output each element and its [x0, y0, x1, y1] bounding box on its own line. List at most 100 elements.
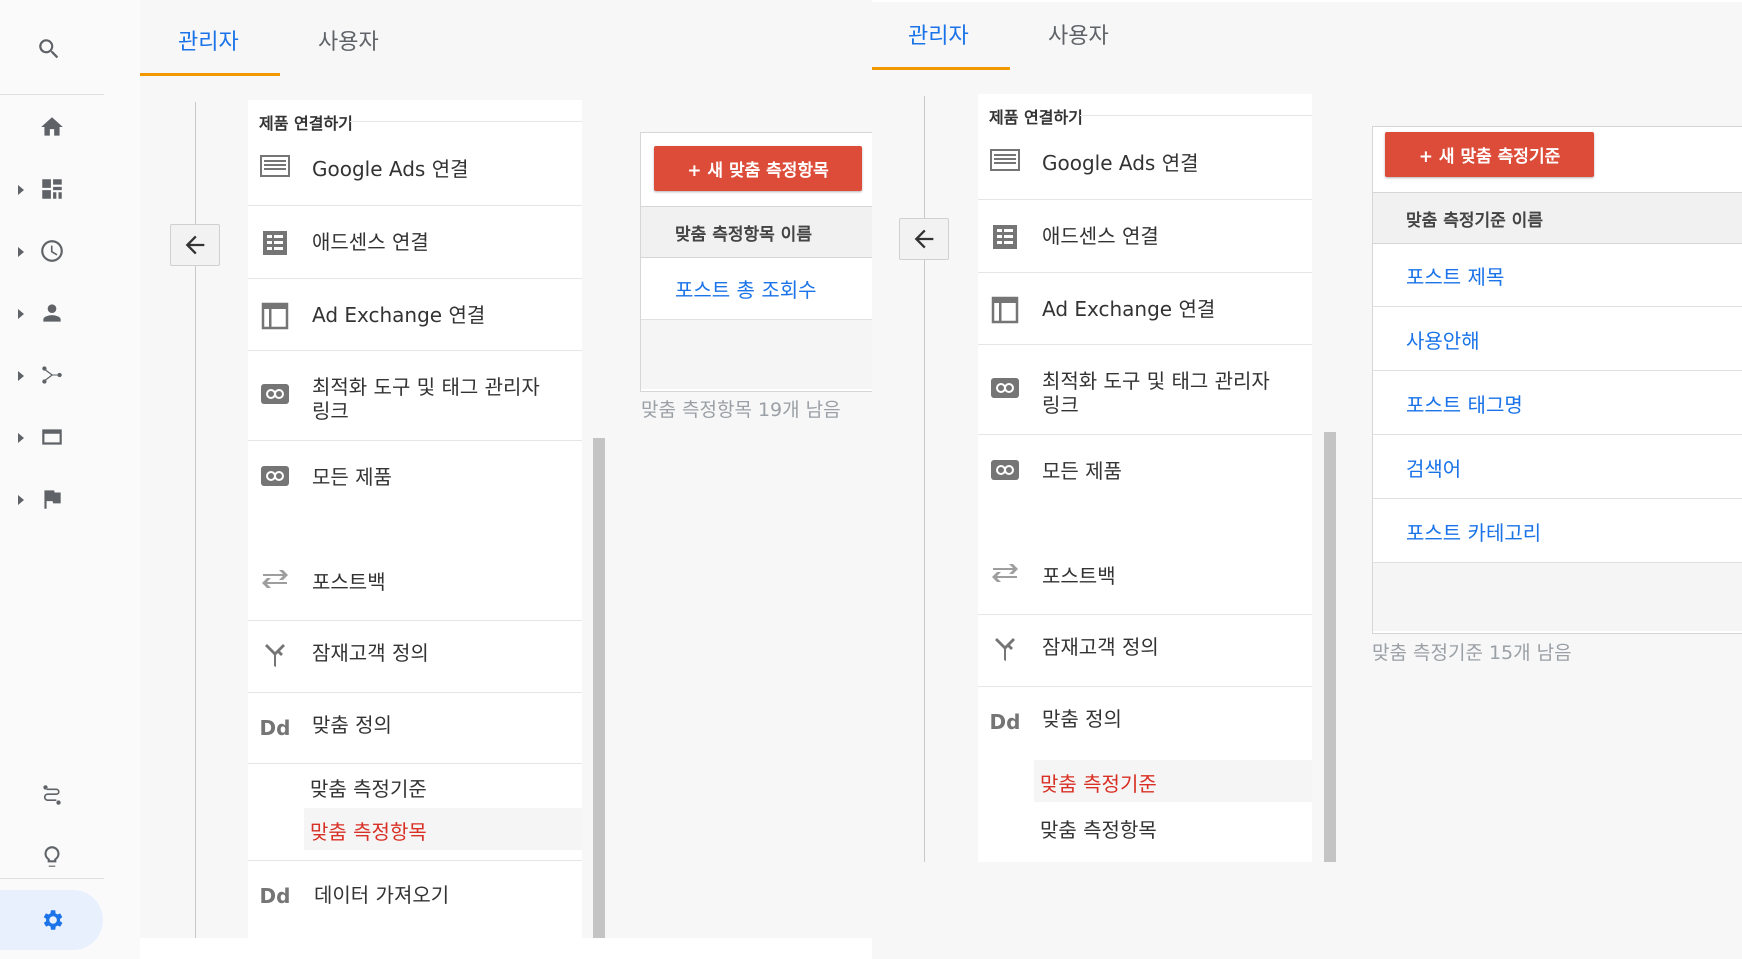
column-header-name: 맞춤 측정기준 이름: [1406, 211, 1543, 231]
tree-line: [924, 96, 925, 862]
table-cell-link[interactable]: 포스트 카테고리: [1406, 517, 1541, 546]
nav-scrollbar[interactable]: [1324, 432, 1336, 862]
new-custom-dimension-button[interactable]: + 새 맞춤 측정기준: [1385, 132, 1594, 177]
nav-item-adsense[interactable]: 애드센스 연결: [248, 205, 582, 278]
link-icon: [988, 371, 1022, 405]
table-row: 포스트 제목: [1373, 243, 1742, 307]
nav-label: 최적화 도구 및 태그 관리자 링크: [1042, 369, 1270, 417]
back-button[interactable]: [170, 224, 220, 266]
expand-caret-icon[interactable]: [18, 309, 24, 319]
expand-caret-icon[interactable]: [18, 247, 24, 257]
sub-divider: [248, 763, 582, 764]
rail-divider: [0, 94, 104, 95]
sub-item-custom-dimensions[interactable]: 맞춤 측정기준: [1034, 760, 1312, 802]
nav-label: Ad Exchange 연결: [312, 303, 486, 327]
expand-caret-icon[interactable]: [18, 185, 24, 195]
admin-panel-1: 관리자 사용자 제품 연결하기 Google Ads 연결 애드센스 연결 Ad…: [140, 0, 983, 938]
nav-item-adsense[interactable]: 애드센스 연결: [978, 199, 1312, 272]
gear-icon[interactable]: [37, 905, 67, 935]
nav-scrollbar[interactable]: [593, 438, 605, 938]
ads-icon: [988, 143, 1022, 177]
dd-icon: Dd: [989, 710, 1021, 734]
dashboard-icon[interactable]: [37, 174, 67, 204]
active-tab-underline: [872, 67, 1010, 70]
section-title: 제품 연결하기: [989, 108, 1083, 127]
link-icon: [258, 459, 292, 493]
table-row: 포스트 카테고리: [1373, 499, 1742, 563]
table-footer: [1373, 563, 1742, 631]
search-icon[interactable]: [34, 34, 64, 64]
panel-divider: [872, 0, 1742, 2]
active-tab-underline: [140, 73, 280, 76]
nav-label: Google Ads 연결: [1042, 151, 1199, 175]
table-header: 맞춤 측정기준 이름: [1373, 192, 1742, 244]
tab-user[interactable]: 사용자: [1048, 18, 1109, 50]
flag-icon[interactable]: [37, 484, 67, 514]
table-row: 포스트 태그명: [1373, 371, 1742, 435]
person-icon[interactable]: [37, 298, 67, 328]
expand-caret-icon[interactable]: [18, 371, 24, 381]
table-cell-link[interactable]: 사용안해: [1406, 325, 1480, 354]
nav-label: 모든 제품: [1042, 459, 1122, 483]
nav-item-custom-definitions[interactable]: Dd 맞춤 정의: [248, 692, 582, 765]
window-icon[interactable]: [37, 422, 67, 452]
fork-icon[interactable]: [37, 360, 67, 390]
sub-item-custom-metrics[interactable]: 맞춤 측정항목: [304, 808, 582, 850]
tab-admin[interactable]: 관리자: [178, 24, 239, 56]
nav-item-all-products[interactable]: 모든 제품: [978, 434, 1312, 535]
nav-label: 애드센스 연결: [312, 230, 429, 254]
adsense-icon: [258, 226, 292, 260]
route-icon[interactable]: [37, 780, 67, 810]
section-title: 제품 연결하기: [259, 114, 353, 133]
link-icon: [988, 453, 1022, 487]
remaining-count: 맞춤 측정기준 15개 남음: [1372, 642, 1572, 664]
expand-caret-icon[interactable]: [18, 495, 24, 505]
new-custom-metric-button[interactable]: + 새 맞춤 측정항목: [654, 146, 862, 191]
nav-item-postback[interactable]: 포스트백: [248, 550, 582, 622]
nav-item-postback[interactable]: 포스트백: [978, 544, 1312, 616]
nav-item-google-ads[interactable]: Google Ads 연결: [978, 129, 1312, 201]
table-cell-link[interactable]: 포스트 제목: [1406, 261, 1504, 290]
ad-exchange-icon: [258, 299, 292, 333]
audience-icon: [988, 631, 1022, 665]
nav-label: Google Ads 연결: [312, 157, 469, 181]
tab-user[interactable]: 사용자: [318, 24, 379, 56]
nav-label: 잠재고객 정의: [312, 641, 429, 665]
admin-panel-2: 관리자 사용자 제품 연결하기 Google Ads 연결 애드센스 연결 Ad…: [872, 0, 1742, 959]
nav-label: 잠재고객 정의: [1042, 635, 1159, 659]
nav-label: 맞춤 정의: [1042, 707, 1122, 731]
rail-divider: [0, 878, 104, 879]
lightbulb-icon[interactable]: [37, 842, 67, 872]
expand-caret-icon[interactable]: [18, 433, 24, 443]
nav-item-custom-definitions[interactable]: Dd 맞춤 정의: [978, 686, 1312, 759]
nav-item-google-ads[interactable]: Google Ads 연결: [248, 135, 582, 207]
back-button[interactable]: [899, 218, 949, 260]
nav-label: 데이터 가져오기: [314, 883, 450, 907]
nav-item-data-import[interactable]: Dd 데이터 가져오기: [248, 860, 582, 933]
section-divider: [1080, 115, 1312, 116]
table-cell-link[interactable]: 검색어: [1406, 453, 1461, 482]
tab-admin[interactable]: 관리자: [908, 18, 969, 50]
dd-icon: Dd: [259, 716, 291, 740]
sub-item-label: 맞춤 측정항목: [1040, 818, 1157, 842]
table-cell-link[interactable]: 포스트 태그명: [1406, 389, 1523, 418]
nav-label: 포스트백: [1042, 564, 1116, 588]
nav-item-all-products[interactable]: 모든 제품: [248, 440, 582, 541]
sub-item-label: 맞춤 측정항목: [310, 820, 427, 844]
nav-item-audience-definitions[interactable]: 잠재고객 정의: [248, 620, 582, 693]
table-cell-link[interactable]: 포스트 총 조회수: [675, 274, 817, 303]
nav-item-ad-exchange[interactable]: Ad Exchange 연결: [248, 278, 582, 351]
nav-item-audience-definitions[interactable]: 잠재고객 정의: [978, 614, 1312, 687]
sub-item-label: 맞춤 측정기준: [1040, 772, 1157, 796]
nav-item-optimize-tag-manager[interactable]: 최적화 도구 및 태그 관리자 링크: [248, 350, 582, 439]
nav-label: 애드센스 연결: [1042, 224, 1159, 248]
nav-item-ad-exchange[interactable]: Ad Exchange 연결: [978, 272, 1312, 345]
column-header-name: 맞춤 측정항목 이름: [675, 225, 812, 245]
nav-item-optimize-tag-manager[interactable]: 최적화 도구 및 태그 관리자 링크: [978, 344, 1312, 433]
clock-icon[interactable]: [37, 236, 67, 266]
audience-icon: [258, 637, 292, 671]
remaining-count: 맞춤 측정항목 19개 남음: [641, 399, 841, 421]
sub-item-custom-metrics[interactable]: 맞춤 측정항목: [1034, 808, 1312, 850]
home-icon[interactable]: [37, 112, 67, 142]
postback-icon: [258, 562, 292, 596]
